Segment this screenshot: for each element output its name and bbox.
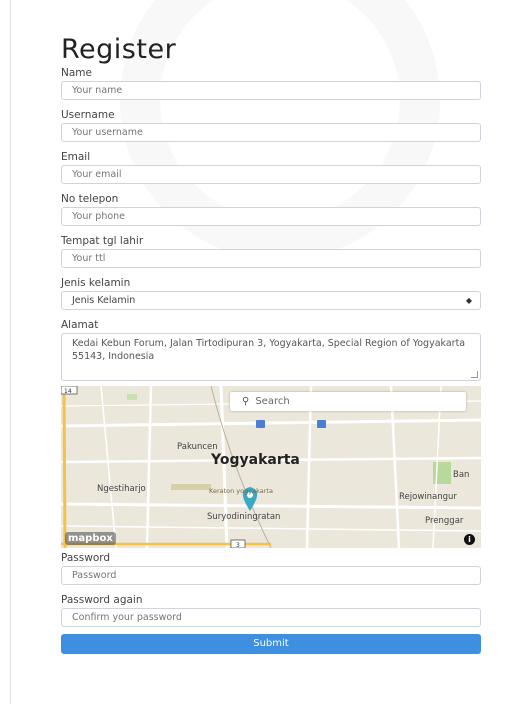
name-label: Name (61, 67, 92, 79)
username-label: Username (61, 109, 115, 121)
map-search-input[interactable]: ⚲ Search (230, 392, 466, 411)
password-label: Password (61, 552, 111, 564)
register-form: Register Name Username Email No telepon … (61, 36, 481, 654)
email-label: Email (61, 151, 91, 163)
search-icon: ⚲ (242, 396, 250, 407)
name-input[interactable] (61, 81, 481, 100)
road-shield-label: 14 (64, 388, 72, 395)
map-poi-icon (317, 420, 326, 428)
page-title: Register (61, 34, 177, 65)
address-textarea[interactable]: Kedai Kebun Forum, Jalan Tirtodipuran 3,… (61, 333, 481, 381)
gender-label: Jenis kelamin (61, 277, 131, 289)
submit-button[interactable]: Submit (61, 634, 481, 654)
main-road (62, 386, 67, 548)
email-input[interactable] (61, 165, 481, 184)
map-label-keraton: Keraton yogyakarta (209, 487, 273, 495)
page-border (10, 0, 11, 704)
birth-label: Tempat tgl lahir (61, 235, 144, 247)
mapbox-logo[interactable]: mapbox (65, 532, 116, 545)
resize-handle-icon[interactable] (471, 371, 478, 378)
map-label-prenggan: Prenggar (425, 516, 464, 526)
select-arrows-icon: ◆ (465, 296, 472, 305)
password-again-label: Password again (61, 594, 143, 606)
birth-input[interactable] (61, 249, 481, 268)
map-label-suryodiningratan: Suryodiningratan (207, 512, 281, 522)
map-search-placeholder: Search (255, 396, 290, 407)
map-label-ngestiharjo: Ngestiharjo (97, 484, 146, 494)
password-again-input[interactable] (61, 608, 481, 627)
map[interactable]: 14 3 ⚲ Search Pakuncen Yogyakarta Ngestih… (61, 386, 481, 548)
map-label-pakuncen: Pakuncen (177, 442, 218, 452)
phone-input[interactable] (61, 207, 481, 226)
map-label-rejowinangun: Rejowinangur (399, 492, 457, 502)
phone-label: No telepon (61, 193, 119, 205)
road-shield-label-2: 3 (236, 542, 240, 548)
map-label-banguntapan: Ban (453, 470, 470, 480)
map-poi-icon (256, 420, 265, 428)
password-input[interactable] (61, 566, 481, 585)
address-value: Kedai Kebun Forum, Jalan Tirtodipuran 3,… (72, 338, 466, 362)
gender-select[interactable]: Jenis Kelamin ◆ (61, 291, 481, 310)
username-input[interactable] (61, 123, 481, 142)
address-label: Alamat (61, 319, 99, 331)
gender-select-value: Jenis Kelamin (72, 295, 136, 306)
map-label-city: Yogyakarta (211, 452, 300, 468)
info-icon[interactable]: i (464, 534, 475, 545)
